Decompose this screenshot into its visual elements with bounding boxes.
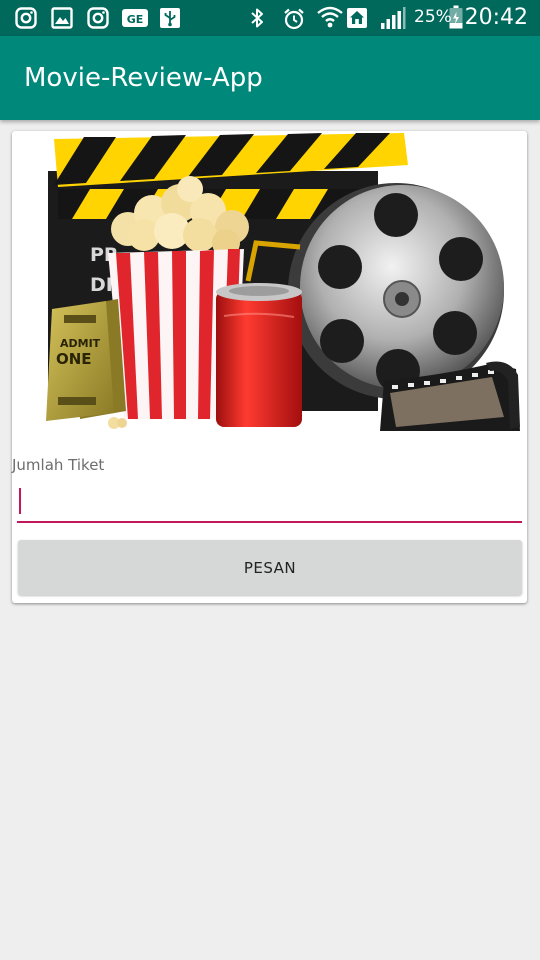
usb-icon: [160, 8, 180, 28]
ticket-text-1: ADMIT: [60, 337, 101, 350]
ticket-quantity-label: Jumlah Tiket: [12, 456, 105, 474]
gallery-icon: [51, 7, 73, 29]
battery-icon: [449, 5, 463, 29]
ticket-quantity-field[interactable]: [17, 483, 526, 523]
ticket-quantity-input[interactable]: [17, 483, 526, 521]
status-bar: GE 25% 20:42: [0, 0, 540, 36]
bluetooth-icon: [251, 8, 263, 28]
signal-icon: [381, 7, 406, 29]
alarm-icon: [284, 8, 304, 30]
app-title: Movie-Review-App: [24, 63, 263, 93]
home-icon: [347, 8, 367, 28]
clock: 20:42: [464, 5, 528, 30]
instagram-icon: [15, 7, 37, 29]
booking-card: PR DI ADMIT ONE Jumlah Tiket PESAN: [12, 131, 527, 603]
text-cursor: [19, 488, 21, 514]
film-reel: [288, 183, 504, 399]
ticket-text-2: ONE: [56, 350, 92, 368]
battery-percent: 25%: [414, 7, 452, 27]
cinema-banner-image: PR DI ADMIT ONE: [46, 133, 520, 431]
app-bar: Movie-Review-App: [0, 36, 540, 120]
pesan-button[interactable]: PESAN: [18, 540, 522, 595]
wifi-icon: [317, 6, 343, 28]
admit-one-tickets: ADMIT ONE: [46, 299, 127, 429]
ge-badge-icon: GE: [122, 9, 148, 27]
ge-badge-text: GE: [127, 13, 144, 26]
instagram-icon: [87, 7, 109, 29]
slate-text-2: DI: [90, 274, 113, 296]
